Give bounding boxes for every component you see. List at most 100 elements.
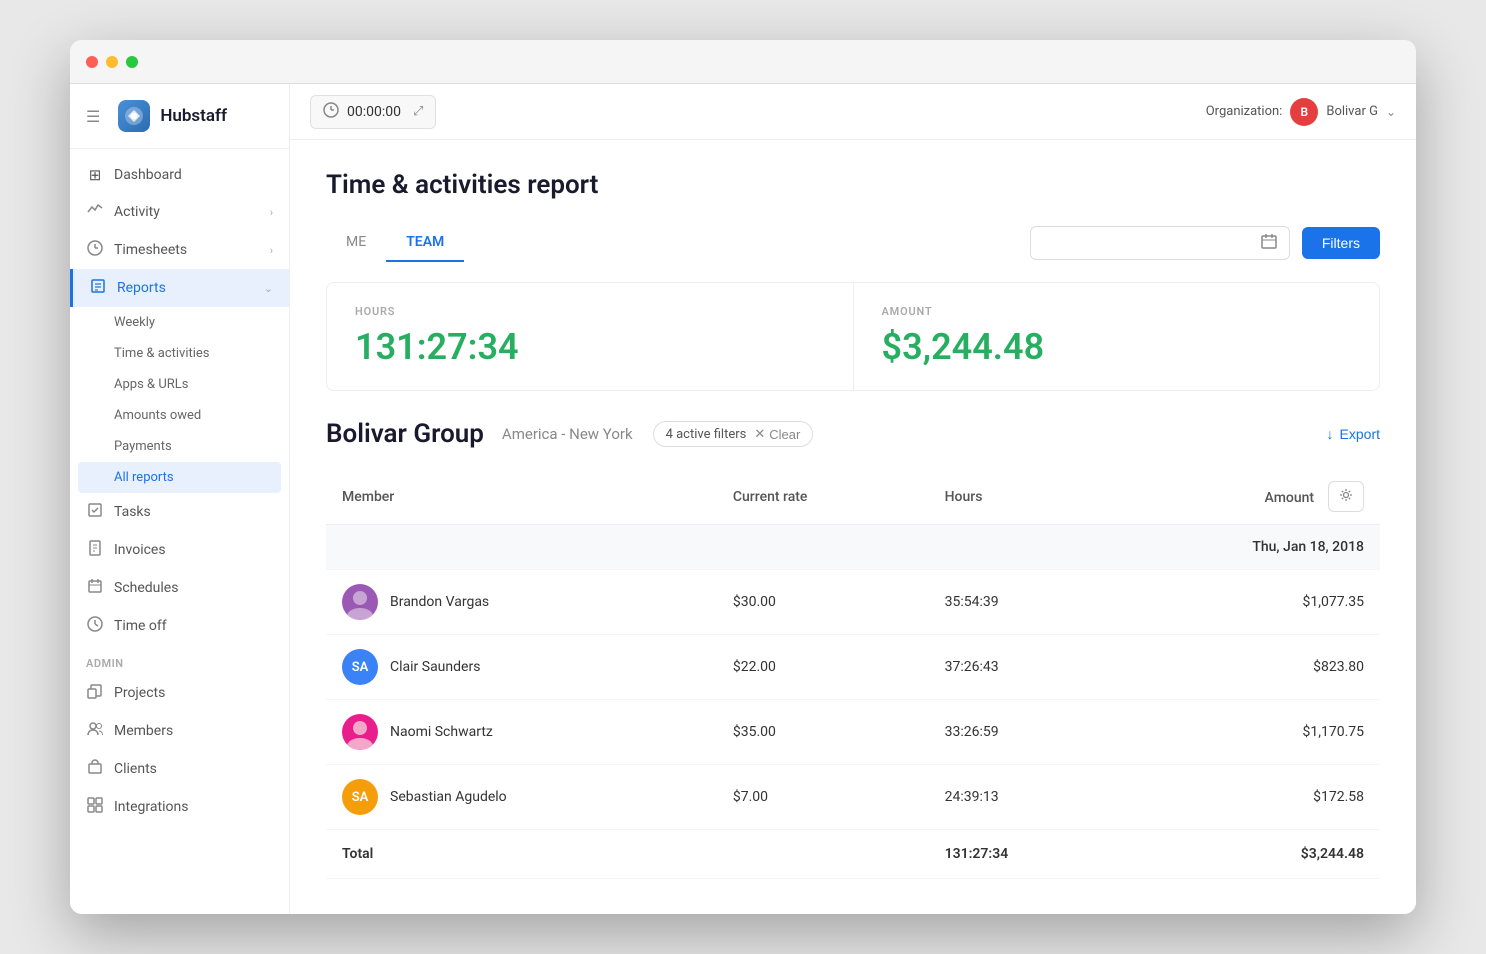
sidebar-label-timeoff: Time off	[114, 618, 167, 634]
dashboard-icon: ⊞	[86, 166, 104, 184]
sidebar-item-invoices[interactable]: Invoices	[70, 531, 289, 569]
app-body: ☰ Hubstaff ⊞ Dashboard	[70, 84, 1416, 914]
sidebar-label-schedules: Schedules	[114, 580, 178, 596]
data-table: Member Current rate Hours Amount	[326, 469, 1380, 879]
subnav-all-reports[interactable]: All reports	[78, 462, 281, 493]
sidebar-label-integrations: Integrations	[114, 799, 188, 815]
sidebar-label-projects: Projects	[114, 685, 165, 701]
app-window: ☰ Hubstaff ⊞ Dashboard	[70, 40, 1416, 914]
table-row: Brandon Vargas $30.00 35:54:39 $1,077.35	[326, 570, 1380, 635]
subnav-weekly[interactable]: Weekly	[70, 307, 289, 338]
projects-icon	[86, 683, 104, 703]
timer-icon	[323, 102, 339, 122]
org-chevron-icon[interactable]: ⌄	[1386, 105, 1396, 119]
export-icon: ↓	[1327, 426, 1334, 442]
rate-brandon: $30.00	[717, 570, 929, 635]
org-label: Organization:	[1206, 104, 1283, 119]
sidebar-label-reports: Reports	[117, 280, 166, 296]
amount-value: $3,244.48	[882, 326, 1352, 368]
clients-icon	[86, 759, 104, 779]
expand-icon[interactable]: ⤢	[413, 104, 423, 119]
avatar-sebastian: SA	[342, 779, 378, 815]
avatar-naomi	[342, 714, 378, 750]
hours-naomi: 33:26:59	[929, 700, 1119, 765]
sidebar-item-projects[interactable]: Projects	[70, 674, 289, 712]
rate-sebastian: $7.00	[717, 765, 929, 830]
rate-naomi: $35.00	[717, 700, 929, 765]
logo-text: Hubstaff	[160, 106, 227, 126]
sidebar-item-integrations[interactable]: Integrations	[70, 788, 289, 826]
reports-icon	[89, 278, 107, 298]
clear-button[interactable]: ✕ Clear	[754, 426, 800, 442]
subnav-payments[interactable]: Payments	[70, 431, 289, 462]
main-content: Time & activities report ME TEAM	[290, 140, 1416, 914]
table-section: Bolivar Group America - New York 4 activ…	[326, 419, 1380, 879]
hours-sebastian: 24:39:13	[929, 765, 1119, 830]
member-name-sebastian: Sebastian Agudelo	[390, 789, 507, 805]
sidebar: ☰ Hubstaff ⊞ Dashboard	[70, 84, 290, 914]
summary-row: HOURS 131:27:34 AMOUNT $3,244.48	[326, 282, 1380, 391]
date-input[interactable]	[1030, 226, 1290, 260]
sidebar-item-timeoff[interactable]: Time off	[70, 607, 289, 645]
maximize-button[interactable]	[126, 56, 138, 68]
close-button[interactable]	[86, 56, 98, 68]
member-cell-sebastian: SA Sebastian Agudelo	[326, 765, 717, 830]
avatar-clair: SA	[342, 649, 378, 685]
summary-hours-card: HOURS 131:27:34	[327, 283, 854, 390]
sidebar-item-tasks[interactable]: Tasks	[70, 493, 289, 531]
subnav-time-activities[interactable]: Time & activities	[70, 338, 289, 369]
filters-button[interactable]: Filters	[1302, 227, 1380, 259]
subnav-amounts-owed[interactable]: Amounts owed	[70, 400, 289, 431]
sidebar-item-schedules[interactable]: Schedules	[70, 569, 289, 607]
minimize-button[interactable]	[106, 56, 118, 68]
invoices-icon	[86, 540, 104, 560]
clear-x-icon: ✕	[754, 426, 765, 442]
tab-me[interactable]: ME	[326, 224, 386, 262]
member-name-brandon: Brandon Vargas	[390, 594, 489, 610]
hours-value: 131:27:34	[355, 326, 825, 368]
sidebar-item-activity[interactable]: Activity ›	[70, 193, 289, 231]
integrations-icon	[86, 797, 104, 817]
col-member: Member	[326, 469, 717, 525]
sidebar-item-dashboard[interactable]: ⊞ Dashboard	[70, 157, 289, 193]
schedules-icon	[86, 578, 104, 598]
activity-icon	[86, 202, 104, 222]
sidebar-label-dashboard: Dashboard	[114, 167, 182, 183]
total-row: Total 131:27:34 $3,244.48	[326, 830, 1380, 879]
sidebar-item-timesheets[interactable]: Timesheets ›	[70, 231, 289, 269]
sidebar-item-clients[interactable]: Clients	[70, 750, 289, 788]
filters-area: Filters	[1030, 226, 1380, 260]
total-rate	[717, 830, 929, 879]
hamburger-icon[interactable]: ☰	[86, 107, 100, 126]
timer-display[interactable]: 00:00:00 ⤢	[310, 95, 436, 129]
col-amount: Amount	[1119, 469, 1380, 525]
tab-team[interactable]: TEAM	[386, 224, 464, 262]
col-hours: Hours	[929, 469, 1119, 525]
sidebar-item-reports[interactable]: Reports ⌄	[70, 269, 289, 307]
amount-naomi: $1,170.75	[1119, 700, 1380, 765]
chevron-timesheets-icon: ›	[270, 244, 273, 257]
sidebar-item-members[interactable]: Members	[70, 712, 289, 750]
calendar-icon[interactable]	[1261, 233, 1277, 253]
sidebar-label-timesheets: Timesheets	[114, 242, 187, 258]
chevron-activity-icon: ›	[270, 206, 273, 219]
rate-clair: $22.00	[717, 635, 929, 700]
member-cell-clair: SA Clair Saunders	[326, 635, 717, 700]
group-name: Bolivar Group	[326, 419, 484, 449]
filter-badge: 4 active filters ✕ Clear	[653, 421, 814, 447]
timer-value: 00:00:00	[347, 104, 401, 120]
sidebar-label-tasks: Tasks	[114, 504, 151, 520]
chevron-reports-icon: ⌄	[264, 282, 273, 295]
member-cell-naomi: Naomi Schwartz	[326, 700, 717, 765]
filter-badge-text: 4 active filters	[666, 427, 747, 442]
logo-icon	[118, 100, 150, 132]
table-row: Naomi Schwartz $35.00 33:26:59 $1,170.75	[326, 700, 1380, 765]
page-title: Time & activities report	[326, 170, 1380, 200]
table-row: SA Clair Saunders $22.00 37:26:43 $823.8…	[326, 635, 1380, 700]
member-name-naomi: Naomi Schwartz	[390, 724, 493, 740]
subnav-apps-urls[interactable]: Apps & URLs	[70, 369, 289, 400]
col-rate: Current rate	[717, 469, 929, 525]
table-settings-button[interactable]	[1328, 481, 1364, 512]
sidebar-label-clients: Clients	[114, 761, 157, 777]
export-button[interactable]: ↓ Export	[1327, 426, 1380, 442]
